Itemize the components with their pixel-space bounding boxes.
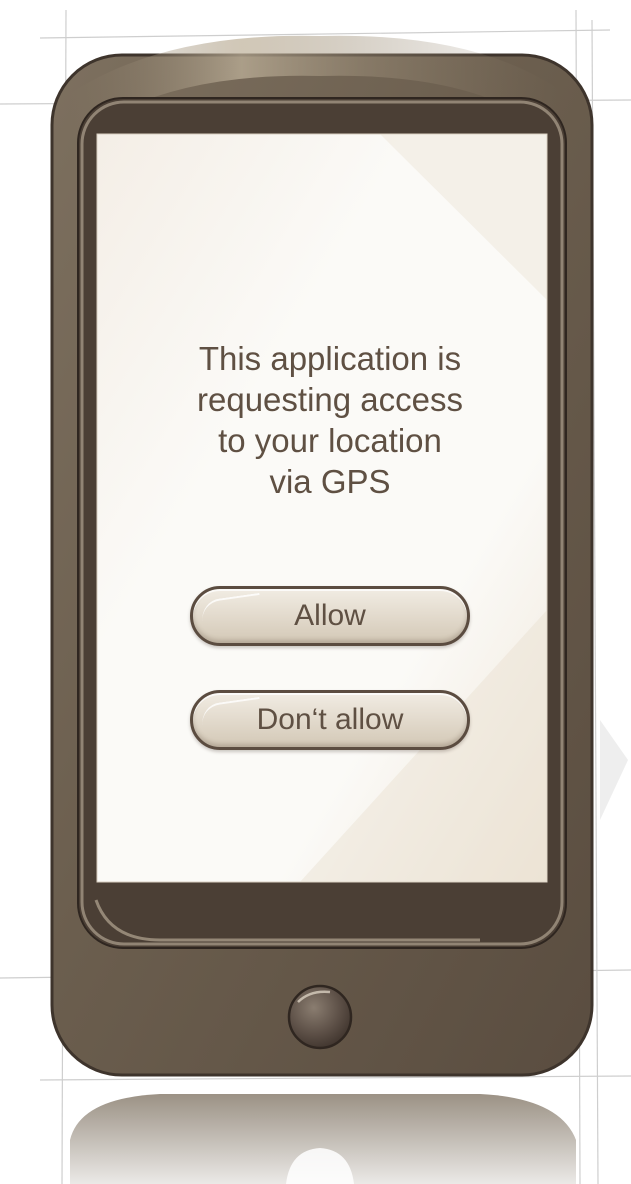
permission-message: This application is requesting access to… xyxy=(140,338,520,502)
message-line-4: via GPS xyxy=(269,463,391,500)
message-line-3: to your location xyxy=(218,422,442,459)
dont-allow-button[interactable]: Don‘t allow xyxy=(190,690,470,750)
home-button-icon[interactable] xyxy=(288,985,352,1049)
message-line-2: requesting access xyxy=(197,381,463,418)
message-line-1: This application is xyxy=(198,340,462,377)
allow-button[interactable]: Allow xyxy=(190,586,470,646)
